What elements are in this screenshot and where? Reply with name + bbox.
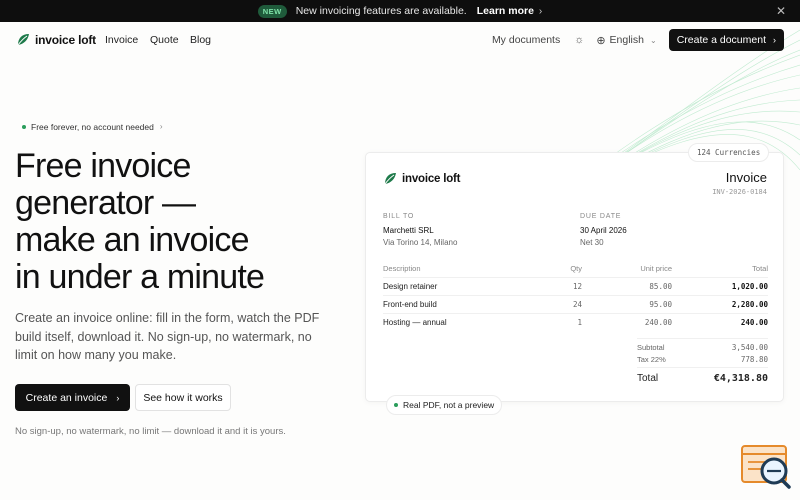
table-divider xyxy=(383,295,768,296)
item-description: Design retainer xyxy=(383,282,438,291)
create-document-label: Create a document xyxy=(676,34,766,46)
item-qty: 1 xyxy=(577,318,582,327)
total-value: €4,318.80 xyxy=(713,373,768,384)
client-name: Marchetti SRL xyxy=(383,226,434,235)
globe-icon: ⊕ xyxy=(596,34,606,47)
column-header-description: Description xyxy=(383,264,421,273)
chat-support-icon[interactable] xyxy=(740,444,792,490)
language-selector[interactable]: ⊕ English ⌄ xyxy=(596,34,656,47)
due-date: 30 April 2026 xyxy=(580,226,627,235)
create-document-button[interactable]: Create a document › xyxy=(668,29,784,51)
leaf-logo-icon xyxy=(17,34,29,46)
invoice-number: INV-2026-0184 xyxy=(712,188,767,196)
item-total: 240.00 xyxy=(740,318,768,327)
item-total: 1,020.00 xyxy=(731,282,768,291)
hero-title-line: in under a minute xyxy=(15,258,265,296)
hero-title: Free invoice generator — make an invoice… xyxy=(15,148,355,296)
top-nav: invoice loft Invoice Quote Blog My docum… xyxy=(0,22,800,58)
tax-label: Tax 22% xyxy=(637,355,666,364)
theme-toggle-sun-icon[interactable]: ☼ xyxy=(574,34,584,46)
column-header-qty: Qty xyxy=(570,264,582,273)
total-label: Total xyxy=(637,373,659,384)
hero-subtitle: Create an invoice online: fill in the fo… xyxy=(15,311,320,362)
hero-title-line: Free invoice xyxy=(15,147,191,185)
column-header-unit-price: Unit price xyxy=(640,264,672,273)
item-qty: 12 xyxy=(572,282,582,291)
language-label: English xyxy=(609,34,644,46)
invoice-brand-name: invoice loft xyxy=(402,172,461,185)
badge-label: Free forever, no account needed xyxy=(31,121,154,132)
learn-more-link[interactable]: Learn more xyxy=(477,5,534,17)
item-description: Front-end build xyxy=(383,300,437,309)
brand-logo[interactable]: invoice loft xyxy=(16,32,96,47)
announcement-bar: NEW New invoicing features are available… xyxy=(0,0,800,22)
status-dot-icon xyxy=(394,403,398,407)
close-icon[interactable]: ✕ xyxy=(776,4,786,18)
client-address: Via Torino 14, Milano xyxy=(383,238,458,247)
subtotal-value: 3,540.00 xyxy=(731,343,768,352)
column-header-total: Total xyxy=(752,264,768,273)
nav-right-group: My documents ☼ ⊕ English ⌄ Create a docu… xyxy=(492,29,784,51)
chevron-down-icon: ⌄ xyxy=(649,35,657,45)
payment-terms: Net 30 xyxy=(580,238,604,247)
totals-divider xyxy=(637,367,768,368)
free-forever-badge[interactable]: Free forever, no account needed › xyxy=(16,118,169,135)
chevron-right-icon: › xyxy=(159,122,163,131)
item-unit-price: 85.00 xyxy=(649,282,672,291)
status-dot-icon xyxy=(22,124,26,129)
chevron-right-icon[interactable]: › xyxy=(539,6,542,17)
create-invoice-button[interactable]: Create an invoice › xyxy=(15,384,130,411)
my-documents-link[interactable]: My documents xyxy=(492,34,560,46)
hero-title-line: make an invoice xyxy=(15,221,249,259)
item-qty: 24 xyxy=(572,300,582,309)
nav-link-quote[interactable]: Quote xyxy=(150,34,179,46)
hero-title-line: generator — xyxy=(15,184,196,222)
nav-link-blog[interactable]: Blog xyxy=(190,34,211,46)
totals-divider xyxy=(637,338,768,339)
nav-link-invoice[interactable]: Invoice xyxy=(105,34,138,46)
table-divider xyxy=(383,313,768,314)
real-pdf-pill: Real PDF, not a preview xyxy=(386,395,503,415)
real-pdf-label: Real PDF, not a preview xyxy=(403,400,495,410)
chevron-right-icon: › xyxy=(773,35,776,45)
table-divider xyxy=(383,277,768,278)
item-total: 2,280.00 xyxy=(731,300,768,309)
invoice-title: Invoice xyxy=(725,170,767,185)
brand-name: invoice loft xyxy=(35,32,96,47)
tax-value: 778.80 xyxy=(740,355,768,364)
due-date-label: DUE DATE xyxy=(580,213,622,220)
create-invoice-label: Create an invoice xyxy=(25,391,108,404)
item-description: Hosting — annual xyxy=(383,318,447,327)
see-how-it-works-button[interactable]: See how it works xyxy=(135,384,231,411)
item-unit-price: 95.00 xyxy=(649,300,672,309)
invoice-brand-logo: invoice loft xyxy=(383,171,461,186)
invoice-preview-card: invoice loft Invoice INV-2026-0184 BILL … xyxy=(365,152,784,402)
new-badge: NEW xyxy=(257,4,287,18)
announcement-message: New invoicing features are available. xyxy=(295,5,467,17)
hero-fineprint: No sign-up, no watermark, no limit — dow… xyxy=(15,426,286,437)
currencies-pill: 124 Currencies xyxy=(688,143,770,162)
item-unit-price: 240.00 xyxy=(644,318,672,327)
bill-to-label: BILL TO xyxy=(383,213,415,220)
chevron-right-icon: › xyxy=(116,392,120,403)
subtotal-label: Subtotal xyxy=(637,343,665,352)
leaf-logo-icon xyxy=(384,173,396,185)
